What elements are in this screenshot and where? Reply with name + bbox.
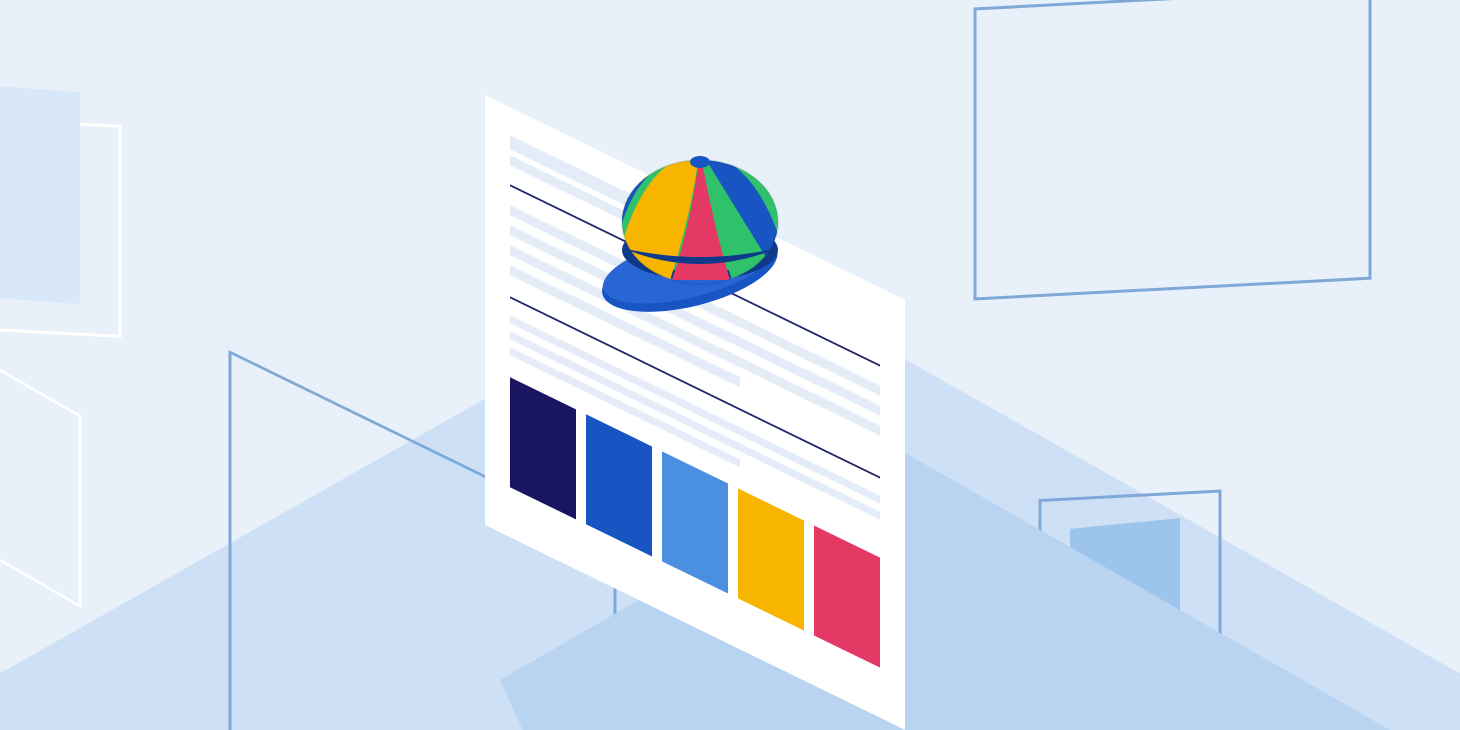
hero-illustration (0, 0, 1460, 730)
decorative-panel-fill-top-left (0, 83, 80, 304)
